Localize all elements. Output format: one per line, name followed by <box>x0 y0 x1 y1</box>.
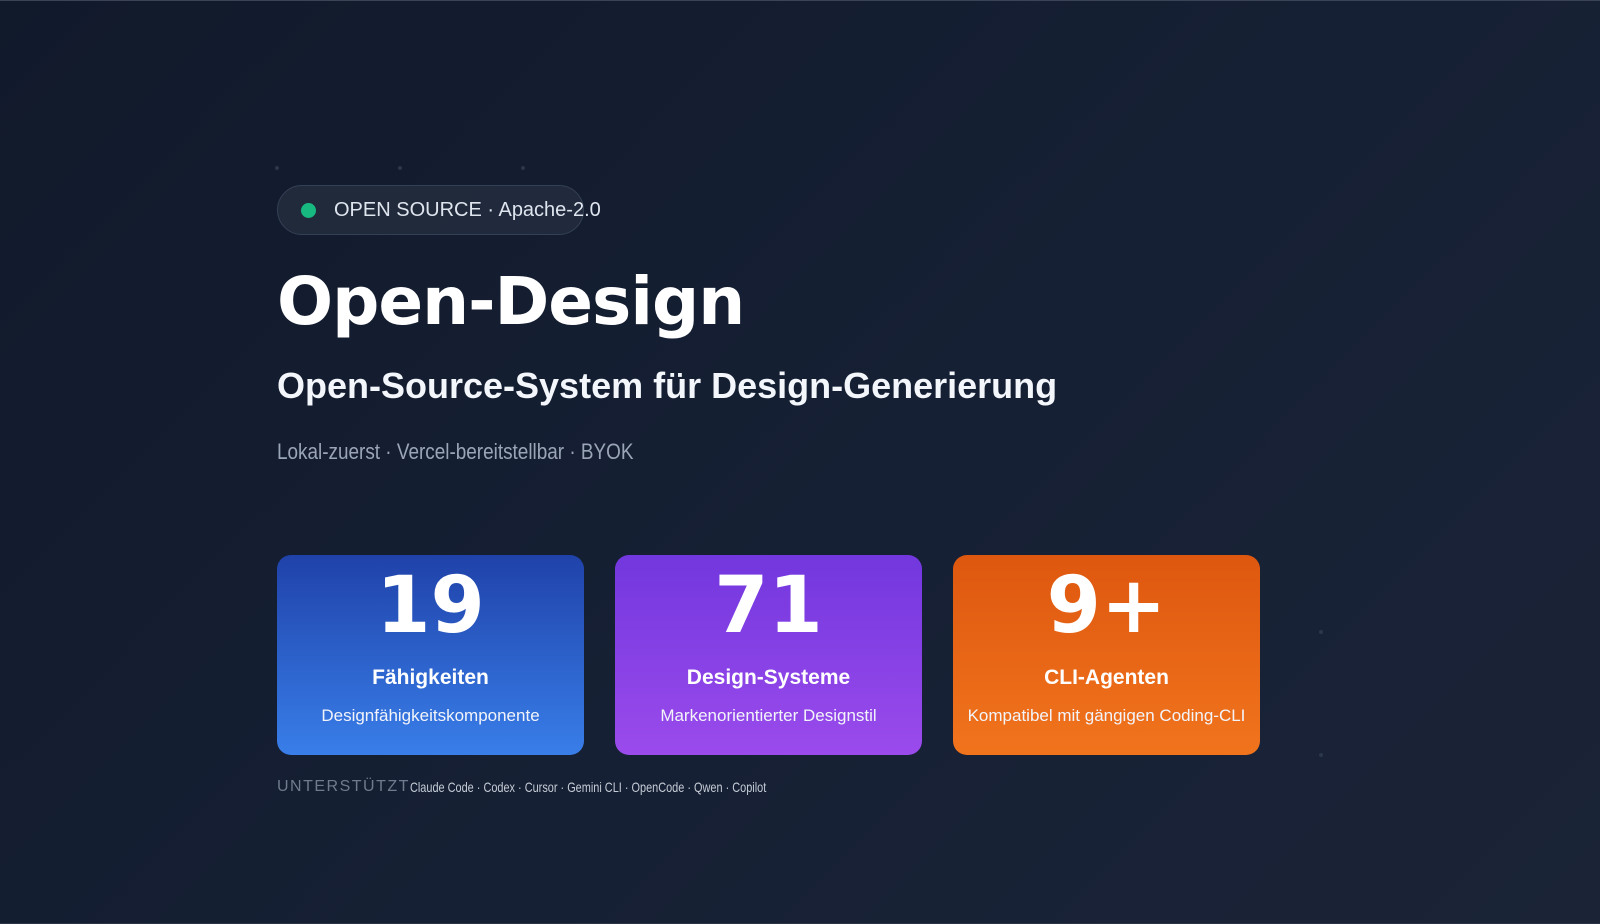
decorative-dot <box>1319 753 1323 757</box>
decorative-dot <box>1319 630 1323 634</box>
stats-cards: 19 Fähigkeiten Designfähigkeitskomponent… <box>277 555 1260 755</box>
license-badge-text: OPEN SOURCE · Apache-2.0 <box>334 198 601 221</box>
status-dot-icon <box>301 202 316 218</box>
stat-label: Design-Systeme <box>686 666 851 689</box>
hero-section: OPEN SOURCE · Apache-2.0 Open-Design Ope… <box>277 185 1277 465</box>
stat-description: Designfähigkeitskomponente <box>321 706 540 725</box>
stat-card-cli-agents: 9+ CLI-Agenten Kompatibel mit gängigen C… <box>953 555 1260 755</box>
feature-tags: Lokal-zuerst · Vercel-bereitstellbar · B… <box>277 439 634 464</box>
decorative-dot <box>521 166 525 170</box>
stat-card-design-systems: 71 Design-Systeme Markenorientierter Des… <box>615 555 922 755</box>
decorative-dot <box>398 166 402 170</box>
stat-number: 9+ <box>1046 561 1167 651</box>
stat-label: Fähigkeiten <box>372 666 489 689</box>
stat-card-skills: 19 Fähigkeiten Designfähigkeitskomponent… <box>277 555 584 755</box>
supported-agents-row: UNTERSTÜTZT Claude Code · Codex · Cursor… <box>277 778 867 796</box>
stat-description: Kompatibel mit gängigen Coding-CLI <box>967 706 1246 725</box>
decorative-dot <box>275 166 279 170</box>
supported-label: UNTERSTÜTZT <box>277 778 410 795</box>
stat-number: 19 <box>376 561 485 651</box>
license-badge: OPEN SOURCE · Apache-2.0 <box>277 185 601 235</box>
page-subtitle: Open-Source-System für Design-Generierun… <box>277 365 1058 406</box>
stat-number: 71 <box>714 561 823 651</box>
stat-description: Markenorientierter Designstil <box>660 706 877 725</box>
stat-label: CLI-Agenten <box>1044 666 1169 689</box>
page-title: Open-Design <box>277 263 745 340</box>
supported-agents-list: Claude Code · Codex · Cursor · Gemini CL… <box>409 779 767 795</box>
